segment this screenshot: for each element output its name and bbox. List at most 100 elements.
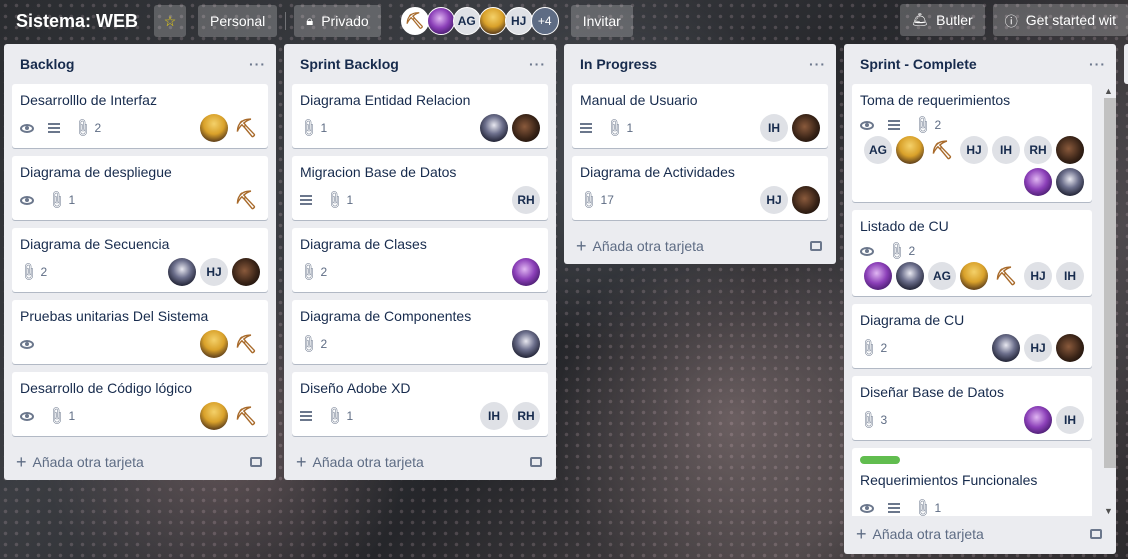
- card[interactable]: Diagrama de CU 📎︎ 2 HJ: [852, 304, 1092, 368]
- member-avatar[interactable]: [896, 136, 924, 164]
- member-avatar-axe[interactable]: ⛏: [232, 186, 260, 214]
- member-avatar-hj[interactable]: HJ: [1024, 262, 1052, 290]
- card[interactable]: Pruebas unitarias Del Sistema ⛏: [12, 300, 268, 364]
- member-avatar-ih[interactable]: IH: [480, 402, 508, 430]
- member-avatar[interactable]: [1056, 334, 1084, 362]
- card[interactable]: Diseño Adobe XD 📎︎ 1 IH RH: [292, 372, 548, 436]
- list-menu-icon[interactable]: ···: [529, 56, 546, 72]
- card[interactable]: Desarrollo de Código lógico 📎︎ 1 ⛏: [12, 372, 268, 436]
- template-icon[interactable]: [530, 457, 542, 467]
- card[interactable]: Diagrama de Componentes 📎︎ 2: [292, 300, 548, 364]
- team-visibility-button[interactable]: Personal: [198, 5, 278, 37]
- add-card-button[interactable]: + Añada otra tarjeta: [4, 444, 276, 480]
- member-avatar-blonde[interactable]: [478, 7, 507, 35]
- member-avatar[interactable]: [792, 114, 820, 142]
- member-avatar[interactable]: [1056, 136, 1084, 164]
- butler-button[interactable]: 🛎︎ Butler: [899, 4, 985, 36]
- member-avatar[interactable]: [960, 262, 988, 290]
- template-icon[interactable]: [250, 457, 262, 467]
- member-avatar[interactable]: [992, 334, 1020, 362]
- list-title[interactable]: Backlog: [20, 56, 74, 72]
- member-avatar-hj[interactable]: HJ: [504, 7, 533, 35]
- card[interactable]: Diagrama de Actividades 📎︎ 17 HJ: [572, 156, 828, 220]
- card[interactable]: Manual de Usuario 📎︎ 1 IH: [572, 84, 828, 148]
- invite-button[interactable]: Invitar: [570, 5, 633, 37]
- member-avatar[interactable]: [512, 114, 540, 142]
- member-avatar-rh[interactable]: RH: [512, 186, 540, 214]
- scroll-down-arrow-icon[interactable]: ▼: [1104, 506, 1113, 516]
- member-avatar-ih[interactable]: IH: [760, 114, 788, 142]
- member-avatar-axe[interactable]: ⛏: [992, 262, 1020, 290]
- member-avatar-rh[interactable]: RH: [512, 402, 540, 430]
- list-menu-icon[interactable]: ···: [809, 56, 826, 72]
- board-title[interactable]: Sistema: WEB: [16, 11, 138, 32]
- info-icon: ⓘ: [1004, 13, 1018, 29]
- add-card-button[interactable]: + Añada otra tarjeta: [284, 444, 556, 480]
- member-avatar-hj[interactable]: HJ: [760, 186, 788, 214]
- card[interactable]: Toma de requerimientos 📎︎ 2 AG ⛏ HJ IH RH: [852, 84, 1092, 202]
- member-avatar[interactable]: [200, 402, 228, 430]
- member-avatar-ih[interactable]: IH: [1056, 406, 1084, 434]
- scrollbar-thumb[interactable]: [1104, 98, 1116, 468]
- member-avatar[interactable]: [864, 262, 892, 290]
- add-card-button[interactable]: + Añada otra tarjeta: [564, 228, 836, 264]
- member-avatar-axe[interactable]: ⛏: [400, 7, 429, 35]
- description-icon: [300, 195, 316, 205]
- list-menu-icon[interactable]: ···: [1089, 56, 1106, 72]
- list-scrollbar[interactable]: ▲ ▼: [1100, 84, 1116, 518]
- get-started-button[interactable]: ⓘ Get started wit: [992, 4, 1128, 36]
- member-avatar-rh[interactable]: RH: [1024, 136, 1052, 164]
- member-avatar[interactable]: [896, 262, 924, 290]
- privacy-button[interactable]: 🔒︎ Privado: [294, 5, 381, 37]
- member-avatar-purple[interactable]: [426, 7, 455, 35]
- plus-icon: +: [296, 451, 307, 472]
- member-avatar[interactable]: [232, 258, 260, 286]
- member-avatar[interactable]: [512, 330, 540, 358]
- member-avatar[interactable]: [1056, 168, 1084, 196]
- list-menu-icon[interactable]: ···: [249, 56, 266, 72]
- member-avatar[interactable]: [168, 258, 196, 286]
- card[interactable]: Migracion Base de Datos 📎︎ 1 RH: [292, 156, 548, 220]
- card[interactable]: Diagrama Entidad Relacion 📎︎ 1: [292, 84, 548, 148]
- card[interactable]: Diagrama de Clases 📎︎ 2: [292, 228, 548, 292]
- member-avatar-ag[interactable]: AG: [928, 262, 956, 290]
- list-title[interactable]: Sprint Backlog: [300, 56, 399, 72]
- member-avatar-axe[interactable]: ⛏: [232, 114, 260, 142]
- member-avatar-ih[interactable]: IH: [992, 136, 1020, 164]
- add-card-button[interactable]: + Añada otra tarjeta: [844, 516, 1116, 552]
- card[interactable]: Listado de CU 📎︎ 2 AG ⛏ HJ IH: [852, 210, 1092, 296]
- member-avatar-ag[interactable]: AG: [864, 136, 892, 164]
- card[interactable]: Requerimientos Funcionales 📎︎ 1: [852, 448, 1092, 516]
- star-button[interactable]: ☆: [154, 5, 187, 37]
- next-list-edge[interactable]: [1124, 44, 1128, 84]
- member-avatar[interactable]: [200, 330, 228, 358]
- paperclip-icon: 📎︎: [45, 404, 68, 427]
- member-avatar-axe[interactable]: ⛏: [232, 330, 260, 358]
- template-icon[interactable]: [810, 241, 822, 251]
- template-icon[interactable]: [1090, 529, 1102, 539]
- member-avatar[interactable]: [512, 258, 540, 286]
- member-avatar[interactable]: [200, 114, 228, 142]
- list-title[interactable]: Sprint - Complete: [860, 56, 977, 72]
- card[interactable]: Diagrama de Secuencia 📎︎ 2 HJ: [12, 228, 268, 292]
- member-avatar[interactable]: [480, 114, 508, 142]
- attachment-badge: 📎︎ 1: [45, 188, 76, 211]
- card-label-green[interactable]: [860, 456, 900, 464]
- member-avatar-hj[interactable]: HJ: [200, 258, 228, 286]
- member-avatar-hj[interactable]: HJ: [1024, 334, 1052, 362]
- card[interactable]: Diseñar Base de Datos 📎︎ 3 IH: [852, 376, 1092, 440]
- member-avatar-ag[interactable]: AG: [452, 7, 481, 35]
- more-members-badge[interactable]: +4: [530, 7, 559, 35]
- member-avatar-hj[interactable]: HJ: [960, 136, 988, 164]
- member-avatar-ih[interactable]: IH: [1056, 262, 1084, 290]
- member-avatar-axe[interactable]: ⛏: [232, 402, 260, 430]
- member-avatar[interactable]: [792, 186, 820, 214]
- card[interactable]: Desarrolllo de Interfaz 📎︎ 2 ⛏: [12, 84, 268, 148]
- scroll-up-arrow-icon[interactable]: ▲: [1104, 86, 1113, 96]
- member-avatar[interactable]: [1024, 168, 1052, 196]
- member-avatar-axe[interactable]: ⛏: [928, 136, 956, 164]
- card[interactable]: Diagrama de despliegue 📎︎ 1 ⛏: [12, 156, 268, 220]
- list-title[interactable]: In Progress: [580, 56, 657, 72]
- paperclip-icon: 📎︎: [323, 404, 346, 427]
- member-avatar[interactable]: [1024, 406, 1052, 434]
